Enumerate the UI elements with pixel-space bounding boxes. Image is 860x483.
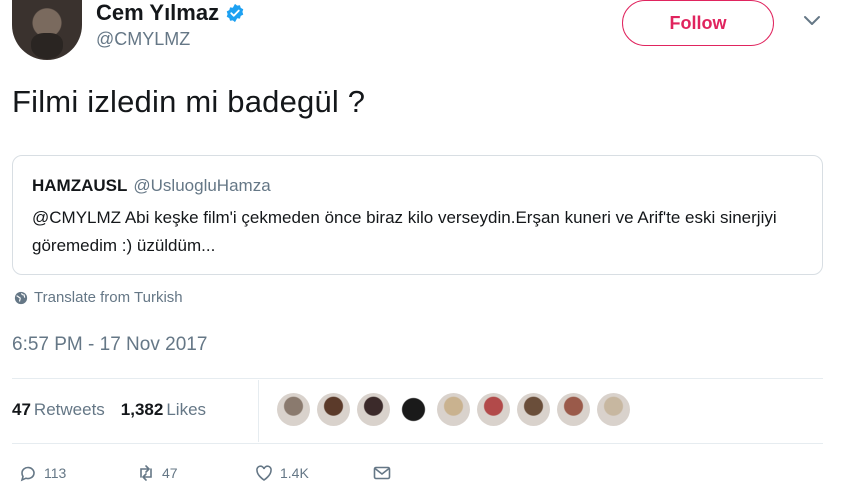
- liker-avatar[interactable]: [277, 393, 310, 426]
- quoted-tweet-name: HAMZAUSL: [32, 176, 128, 195]
- retweet-count: 47: [162, 465, 178, 481]
- avatar[interactable]: [12, 0, 82, 60]
- liker-avatar[interactable]: [317, 393, 350, 426]
- chevron-down-icon[interactable]: [802, 14, 822, 28]
- globe-icon: [14, 291, 28, 304]
- liker-avatar[interactable]: [557, 393, 590, 426]
- tweet-stats: 47 Retweets 1,382 Likes: [12, 400, 206, 420]
- envelope-icon: [373, 466, 391, 480]
- author-display-name[interactable]: Cem Yılmaz: [96, 0, 219, 26]
- tweet-text: Filmi izledin mi badegül ?: [12, 84, 366, 119]
- reply-icon: [20, 466, 35, 482]
- retweets-stat[interactable]: 47 Retweets: [12, 400, 105, 420]
- quoted-tweet-handle: @UsluogluHamza: [133, 176, 271, 195]
- divider: [12, 378, 823, 379]
- translate-link[interactable]: Translate from Turkish: [14, 289, 183, 306]
- translate-label: Translate from Turkish: [34, 289, 183, 306]
- quoted-tweet-header: HAMZAUSL @UsluogluHamza: [32, 176, 271, 196]
- like-count: 1.4K: [280, 465, 309, 481]
- retweets-count: 47: [12, 400, 31, 419]
- retweet-icon: [140, 465, 152, 481]
- likes-stat[interactable]: 1,382 Likes: [121, 400, 206, 420]
- liker-avatars: [277, 393, 630, 426]
- verified-badge-icon: [226, 3, 244, 23]
- follow-button[interactable]: Follow: [622, 0, 774, 46]
- author-name-row: Cem Yılmaz: [96, 0, 245, 26]
- retweets-label: Retweets: [33, 400, 105, 419]
- liker-avatar[interactable]: [477, 393, 510, 426]
- stats-separator: [258, 380, 259, 442]
- liker-avatar[interactable]: [597, 393, 630, 426]
- retweet-button[interactable]: 47: [136, 463, 254, 483]
- likes-count: 1,382: [120, 400, 164, 419]
- liker-avatar[interactable]: [397, 393, 430, 426]
- like-button[interactable]: 1.4K: [254, 463, 372, 483]
- tweet-actions: 113 47 1.4K: [18, 463, 490, 483]
- reply-button[interactable]: 113: [18, 463, 136, 483]
- direct-message-button[interactable]: [372, 463, 490, 483]
- likes-label: Likes: [166, 400, 207, 419]
- quoted-tweet[interactable]: HAMZAUSL @UsluogluHamza @CMYLMZ Abi keşke…: [12, 155, 823, 275]
- quoted-tweet-text: @CMYLMZ Abi keşke film'i çekmeden önce b…: [32, 208, 777, 255]
- heart-icon: [256, 465, 272, 481]
- reply-count: 113: [44, 465, 67, 481]
- divider: [12, 443, 823, 444]
- liker-avatar[interactable]: [517, 393, 550, 426]
- tweet-timestamp[interactable]: 6:57 PM - 17 Nov 2017: [12, 334, 207, 356]
- liker-avatar[interactable]: [437, 393, 470, 426]
- liker-avatar[interactable]: [357, 393, 390, 426]
- author-handle[interactable]: @CMYLMZ: [96, 29, 190, 50]
